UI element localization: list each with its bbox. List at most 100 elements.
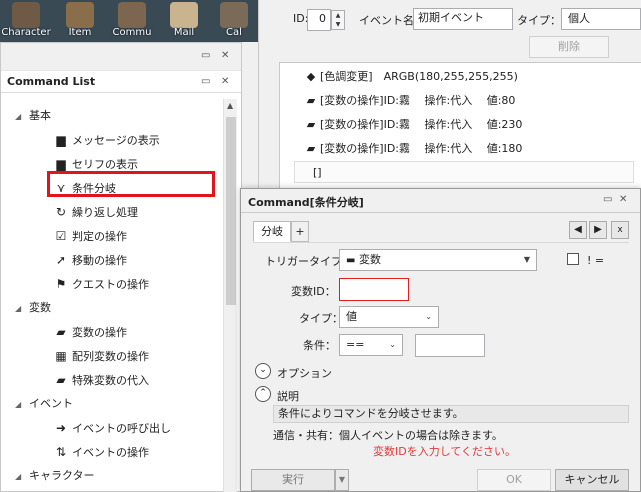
type-select-value: 個人 <box>568 12 590 25</box>
tree-item-label: 移動の操作 <box>72 254 127 267</box>
type-select[interactable]: 個人 <box>561 8 641 30</box>
vertical-scrollbar[interactable]: ▲ <box>223 99 237 492</box>
tree-category-variable[interactable]: ◢ 変数 <box>15 296 51 320</box>
command-row[interactable]: ◆ [色調変更] ARGB(180,255,255,255) <box>302 66 518 88</box>
tree-item-quest[interactable]: ⚑ クエストの操作 <box>53 272 149 296</box>
commu-label: Commu <box>112 27 152 38</box>
special-variable-icon: ▰ <box>56 373 66 387</box>
command-row[interactable]: ▰ [変数の操作]ID:霧 操作:代入 値:230 <box>302 114 523 136</box>
character-label: Character <box>1 27 51 38</box>
tree-item-label: メッセージの表示 <box>72 134 160 147</box>
prev-arrow-icon[interactable]: ◀ <box>569 221 587 239</box>
command-text: [変数の操作]ID:霧 操作:代入 値:80 <box>320 94 516 107</box>
collapse-triangle-icon[interactable]: ◢ <box>15 297 29 321</box>
tree-item-label: 判定の操作 <box>72 230 127 243</box>
event-name-input[interactable]: 初期イベント <box>413 8 513 30</box>
tree-item-special-variable[interactable]: ▰ 特殊変数の代入 <box>53 368 149 392</box>
tree-item-message[interactable]: ▆ メッセージの表示 <box>53 128 160 152</box>
tree-item-event-call[interactable]: ➜ イベントの呼び出し <box>53 416 171 440</box>
tree-category-character[interactable]: ◢ キャラクター <box>15 464 95 488</box>
command-text: [変数の操作]ID:霧 操作:代入 値:180 <box>320 142 523 155</box>
collapse-triangle-icon[interactable]: ◢ <box>15 393 29 417</box>
restore-icon[interactable]: ▭ <box>201 71 210 93</box>
not-equal-checkbox[interactable] <box>567 253 579 265</box>
tree-item-array-op[interactable]: ▦ 配列変数の操作 <box>53 344 149 368</box>
command-row-empty[interactable]: [] <box>294 161 634 183</box>
command-row[interactable]: ▰ [変数の操作]ID:霧 操作:代入 値:80 <box>302 90 516 112</box>
type-value: 値 <box>346 310 357 323</box>
id-input[interactable]: 0 <box>307 9 331 31</box>
color-tone-icon: ◆ <box>306 70 316 83</box>
cancel-button-label: キャンセル <box>564 473 620 486</box>
message-icon: ▆ <box>56 133 66 147</box>
cal-button[interactable]: Cal <box>208 0 258 42</box>
folder-icon: ▬ <box>346 255 356 266</box>
close-tab-button[interactable]: x <box>611 221 629 239</box>
variable-icon: ▰ <box>306 142 316 155</box>
close-icon[interactable]: ✕ <box>221 50 229 61</box>
execute-dropdown-icon[interactable]: ▼ <box>335 469 349 491</box>
tab-add[interactable]: + <box>291 221 309 242</box>
scrollbar-thumb[interactable] <box>226 117 236 305</box>
tree-item-label: イベントの操作 <box>72 446 149 459</box>
restore-icon[interactable]: ▭ <box>201 50 210 61</box>
option-label: オプション <box>277 367 332 380</box>
description-text: 条件によりコマンドを分岐させます。 <box>278 407 464 420</box>
close-icon[interactable]: ✕ <box>619 194 627 205</box>
description-box: 条件によりコマンドを分岐させます。 <box>273 405 629 423</box>
tab-branch[interactable]: 分岐 <box>253 221 291 242</box>
variable-icon: ▰ <box>306 118 316 131</box>
type-select[interactable]: 値 ⌄ <box>339 306 439 328</box>
category-label: キャラクター <box>29 469 95 482</box>
tree-category-event[interactable]: ◢ イベント <box>15 392 73 416</box>
main-toolbar: Character Item Commu Mail Cal <box>0 0 258 42</box>
scroll-up-arrow-icon[interactable]: ▲ <box>227 101 233 110</box>
expand-options-icon[interactable]: ⌄ <box>255 363 271 379</box>
check-icon: ☑ <box>55 229 67 243</box>
category-label: 基本 <box>29 109 51 122</box>
condition-value-input[interactable] <box>415 334 485 357</box>
tree-category-basic[interactable]: ◢ 基本 <box>15 104 51 128</box>
execute-button[interactable]: 実行 <box>251 469 335 491</box>
command-row[interactable]: ▰ [変数の操作]ID:霧 操作:代入 値:180 <box>302 138 523 160</box>
tree-item-label: 繰り返し処理 <box>72 206 138 219</box>
commu-button[interactable]: Commu <box>106 0 158 42</box>
restore-icon[interactable]: ▭ <box>603 194 612 205</box>
tree-item-loop[interactable]: ↻ 繰り返し処理 <box>53 200 138 224</box>
collapse-triangle-icon[interactable]: ◢ <box>15 465 29 489</box>
tree-item-variable-op[interactable]: ▰ 変数の操作 <box>53 320 127 344</box>
collapse-triangle-icon[interactable]: ◢ <box>15 105 29 129</box>
command-text: [変数の操作]ID:霧 操作:代入 値:230 <box>320 118 523 131</box>
collapse-description-icon[interactable]: ⌃ <box>255 386 271 402</box>
ok-button[interactable]: OK <box>477 469 551 491</box>
next-arrow-icon[interactable]: ▶ <box>589 221 607 239</box>
character-icon <box>12 2 40 28</box>
delete-button[interactable]: 削除 <box>529 36 609 58</box>
execute-button-label: 実行 <box>282 473 304 486</box>
command-text: [色調変更] ARGB(180,255,255,255) <box>320 70 518 83</box>
close-icon[interactable]: ✕ <box>221 71 229 93</box>
note-text: 通信・共有：個人イベントの場合は除きます。 <box>273 429 503 442</box>
error-message: 変数IDを入力してください。 <box>373 445 517 458</box>
flag-icon: ⚑ <box>55 277 67 291</box>
variable-id-input[interactable] <box>339 278 409 301</box>
tree-item-check[interactable]: ☑ 判定の操作 <box>53 224 127 248</box>
tree-item-character[interactable]: ● <box>53 488 72 491</box>
chevron-down-icon: ▼ <box>523 255 530 264</box>
condition-select[interactable]: == ⌄ <box>339 334 403 356</box>
tree-item-event-op[interactable]: ⇅ イベントの操作 <box>53 440 149 464</box>
mail-button[interactable]: Mail <box>158 0 210 42</box>
mail-label: Mail <box>173 27 195 38</box>
character-button[interactable]: Character <box>0 0 52 42</box>
command-list-panel: ▭ ✕ Command List ▭ ✕ ◢ 基本 ▆ メッセージの表示 ▆ セリフの… <box>0 42 242 492</box>
id-spinner[interactable]: ▲ ▼ <box>331 10 345 30</box>
tab-add-label: + <box>295 225 305 238</box>
tree-item-move[interactable]: ➚ 移動の操作 <box>53 248 127 272</box>
character-icon: ● <box>53 488 69 491</box>
cancel-button[interactable]: キャンセル <box>555 469 629 491</box>
trigger-type-select[interactable]: ▬ 変数 ▼ <box>339 249 537 271</box>
variable-icon: ▰ <box>56 325 66 339</box>
item-button[interactable]: Item <box>54 0 106 42</box>
trigger-type-value: 変数 <box>358 253 381 266</box>
tree-item-label: 配列変数の操作 <box>72 350 149 363</box>
